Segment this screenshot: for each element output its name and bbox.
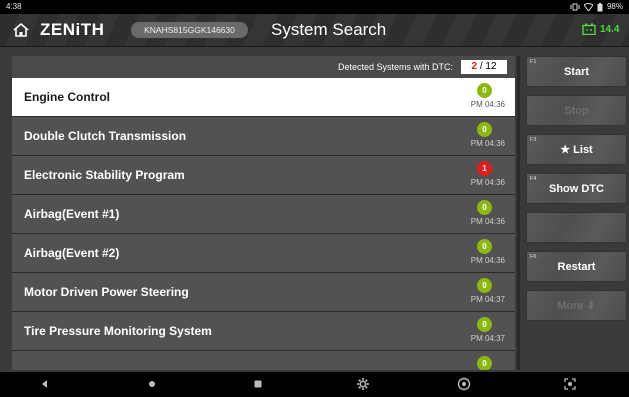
status-bar: 4:38 98% (0, 0, 629, 14)
dtc-total: 12 (485, 61, 497, 72)
voltage-value: 14.4 (600, 23, 620, 35)
function-key-label: F3 (530, 137, 537, 143)
dtc-count-badge: 1 (477, 161, 492, 176)
brand-logo: ZENiTH (40, 19, 104, 41)
home-nav-icon[interactable] (145, 377, 159, 391)
vin-badge: KNAHS815GGK146630 (131, 22, 248, 38)
button-label: Stop (564, 104, 589, 117)
wifi-icon (583, 3, 593, 11)
status-time: 4:38 (6, 2, 22, 11)
list-item[interactable]: Engine Control 0 PM 04:36 (12, 78, 515, 117)
dtc-count-badge: 0 (477, 200, 492, 215)
screen-capture-icon[interactable] (563, 377, 577, 391)
back-icon[interactable] (38, 377, 52, 391)
list-item[interactable]: 0 (12, 351, 515, 370)
status-icons: 98% (570, 0, 623, 14)
button-label: More ⬇ (557, 300, 596, 312)
navigation-bar (0, 372, 629, 397)
function-key-label: F6 (530, 254, 537, 260)
dtc-count-badge: 0 (477, 239, 492, 254)
car-battery-icon (582, 23, 596, 35)
battery-level: 98% (606, 2, 623, 11)
scan-time: PM 04:36 (470, 217, 505, 226)
list-button[interactable]: F3 ★ List (526, 134, 627, 165)
button-label: Restart (557, 260, 596, 273)
system-name: Airbag(Event #2) (24, 246, 120, 260)
function-key-label: F4 (530, 176, 537, 182)
function-key-label: F1 (530, 59, 537, 65)
button-label: Show DTC (549, 182, 604, 195)
system-rows: Engine Control 0 PM 04:36 Double Clutch Tra… (12, 78, 515, 370)
list-item[interactable]: Airbag(Event #2) 0 PM 04:36 (12, 234, 515, 273)
system-list-panel: Detected Systems with DTC: 2 / 12 Engine… (12, 56, 515, 370)
list-item[interactable]: Airbag(Event #1) 0 PM 04:36 (12, 195, 515, 234)
home-icon[interactable] (12, 21, 30, 39)
system-name: Double Clutch Transmission (24, 129, 187, 143)
dtc-count-badge: 0 (477, 356, 492, 370)
list-item[interactable]: Double Clutch Transmission 0 PM 04:36 (12, 117, 515, 156)
list-item[interactable]: Motor Driven Power Steering 0 PM 04:37 (12, 273, 515, 312)
stop-button: Stop (526, 95, 627, 126)
scan-time: PM 04:36 (470, 139, 505, 148)
browser-icon[interactable] (457, 377, 471, 391)
system-name: Engine Control (24, 90, 110, 104)
dtc-counter: 2 / 12 (461, 60, 507, 74)
list-item[interactable]: Tire Pressure Monitoring System 0 PM 04:37 (12, 312, 515, 351)
dtc-count-badge: 0 (477, 278, 492, 293)
dtc-summary-label: Detected Systems with DTC: (337, 62, 453, 72)
voltage-indicator: 14.4 (582, 23, 619, 35)
more-button: More ⬇ (526, 290, 627, 321)
start-button[interactable]: F1 Start (526, 56, 627, 87)
scan-time: PM 04:36 (470, 178, 505, 187)
function-buttons: F1 Start Stop F3 ★ List F4 Show DTC F6 Restart Mo… (526, 56, 627, 329)
dtc-count-badge: 0 (477, 83, 492, 98)
system-name: Tire Pressure Monitoring System (24, 324, 212, 338)
list-header: Detected Systems with DTC: 2 / 12 (12, 56, 515, 78)
page-title: System Search (271, 20, 387, 39)
dtc-current: 2 (471, 61, 478, 72)
settings-gear-icon[interactable] (356, 377, 370, 391)
brand-name: ZENiTH (40, 20, 105, 39)
restart-button[interactable]: F6 Restart (526, 251, 627, 282)
dtc-count-badge: 0 (477, 122, 492, 137)
system-name: Electronic Stability Program (24, 168, 185, 182)
scan-time: PM 04:37 (470, 295, 505, 304)
top-bar: ZENiTH KNAHS815GGK146630 System Search 1… (0, 14, 629, 47)
list-scrollbar[interactable] (517, 56, 520, 370)
system-name: Airbag(Event #1) (24, 207, 120, 221)
button-label: Start (563, 65, 590, 78)
dtc-count-badge: 0 (477, 317, 492, 332)
scan-time: PM 04:36 (470, 100, 505, 109)
system-name: Motor Driven Power Steering (24, 285, 189, 299)
recent-apps-icon[interactable] (251, 377, 265, 391)
show-dtc-button[interactable]: F4 Show DTC (526, 173, 627, 204)
scan-time: PM 04:37 (470, 334, 505, 343)
button-label: ★ List (560, 144, 593, 156)
battery-icon (597, 2, 603, 11)
blank-button (526, 212, 627, 243)
list-item[interactable]: Electronic Stability Program 1 PM 04:36 (12, 156, 515, 195)
vibrate-icon (570, 3, 580, 11)
scan-time: PM 04:36 (470, 256, 505, 265)
